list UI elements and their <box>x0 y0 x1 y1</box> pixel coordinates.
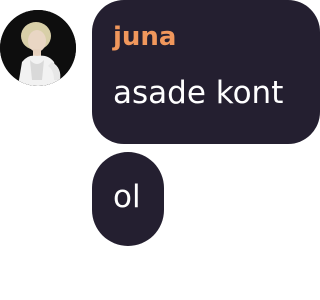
message-author[interactable]: juna <box>113 24 176 50</box>
message-bubble[interactable]: juna asade kont <box>92 0 320 144</box>
message-text: asade kont <box>113 75 284 111</box>
message-bubble[interactable]: ol <box>92 152 164 246</box>
message-text: ol <box>113 179 141 215</box>
avatar[interactable] <box>0 10 76 86</box>
user-avatar-photo <box>0 10 76 86</box>
